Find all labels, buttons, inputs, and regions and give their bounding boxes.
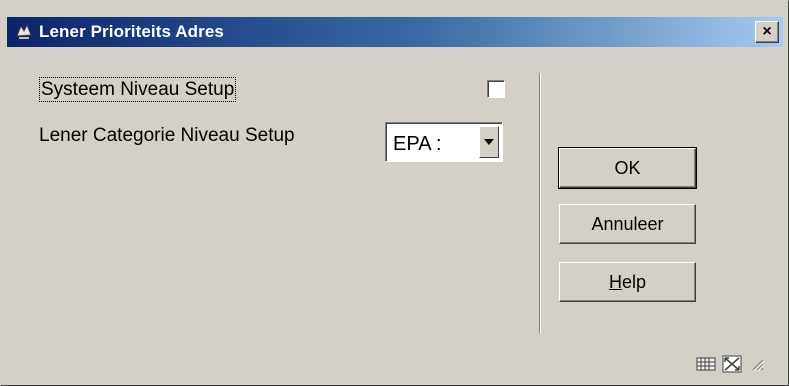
system-setup-label[interactable]: Systeem Niveau Setup bbox=[38, 77, 237, 102]
vertical-divider bbox=[539, 73, 541, 333]
size-grip-icon[interactable] bbox=[750, 357, 765, 376]
close-button[interactable]: × bbox=[755, 21, 779, 43]
category-setup-select[interactable]: EPA : bbox=[385, 122, 503, 162]
status-icons bbox=[696, 355, 765, 378]
system-setup-label-text: Systeem Niveau Setup bbox=[38, 77, 237, 102]
chevron-down-icon bbox=[484, 139, 494, 145]
resize-icon[interactable] bbox=[722, 355, 742, 378]
close-icon: × bbox=[762, 23, 772, 40]
grid-icon[interactable] bbox=[696, 356, 716, 377]
system-setup-checkbox[interactable] bbox=[487, 80, 505, 98]
title-bar[interactable]: Lener Prioriteits Adres × bbox=[7, 17, 783, 47]
cancel-button[interactable]: Annuleer bbox=[559, 204, 696, 244]
ok-button[interactable]: OK bbox=[558, 147, 697, 189]
help-mnemonic: H bbox=[608, 271, 622, 292]
dialog-window: Lener Prioriteits Adres × Systeem Niveau… bbox=[0, 0, 789, 386]
help-label-rest: elp bbox=[621, 271, 647, 292]
library-app-icon bbox=[13, 21, 35, 43]
help-button[interactable]: Help bbox=[559, 262, 696, 302]
category-setup-value: EPA : bbox=[393, 133, 442, 155]
category-setup-label: Lener Categorie Niveau Setup bbox=[39, 125, 295, 146]
dropdown-arrow-button[interactable] bbox=[479, 126, 499, 158]
window-title: Lener Prioriteits Adres bbox=[39, 22, 224, 41]
